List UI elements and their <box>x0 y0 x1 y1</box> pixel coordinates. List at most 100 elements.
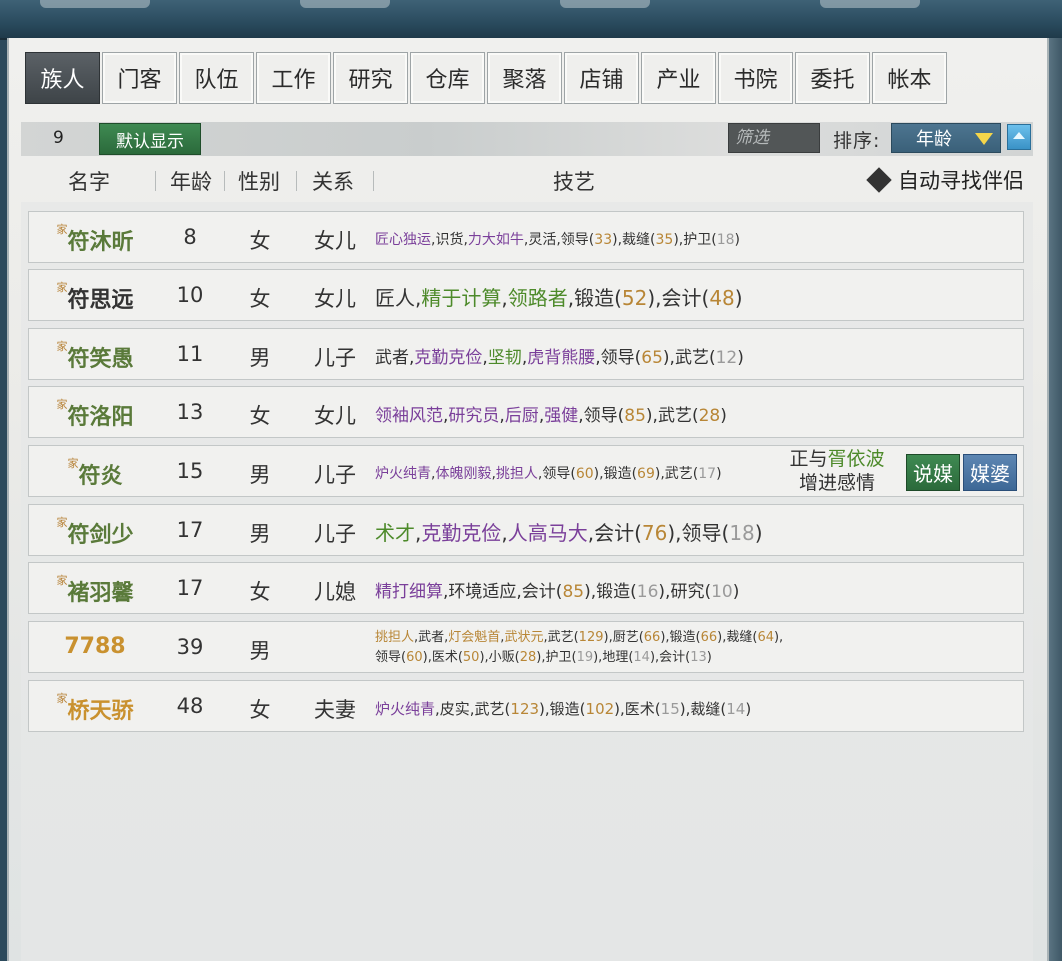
top-title-strip <box>0 0 1062 40</box>
chevron-down-icon <box>975 133 993 145</box>
member-skills: 炉火纯青,体魄刚毅,挑担人,领导(60),锻造(69),武艺(17) <box>375 466 722 482</box>
family-tag: 家 <box>56 574 68 587</box>
member-count: 9 <box>53 128 64 148</box>
table-header: 名字 年龄 性别 关系 技艺 自动寻找伴侣 <box>9 160 1049 200</box>
member-age: 39 <box>176 635 204 659</box>
member-relation: 儿子 <box>314 522 356 546</box>
member-sex: 女 <box>249 698 271 722</box>
filter-bar: 9 默认显示 排序: 年龄 <box>21 122 1033 156</box>
default-display-button[interactable]: 默认显示 <box>99 123 201 155</box>
sort-dropdown[interactable]: 年龄 <box>891 123 1001 153</box>
family-tag: 家 <box>56 692 68 705</box>
tab-clansmen[interactable]: 族人 <box>25 52 100 104</box>
member-skills: 匠心独运,识货,力大如牛,灵活,领导(33),裁缝(35),护卫(18) <box>375 232 740 248</box>
family-tag: 家 <box>56 516 68 529</box>
member-name: 7788 <box>64 634 126 659</box>
member-sex: 女 <box>249 580 271 604</box>
table-row[interactable]: 家褚羽馨 17 女 儿媳 精打细算,环境适应,会计(85),锻造(16),研究(… <box>28 562 1024 614</box>
sort-label: 排序: <box>833 130 881 152</box>
member-sex: 男 <box>249 346 271 370</box>
member-skills: 挑担人,武者,灯会魁首,武状元,武艺(129),厨艺(66),锻造(66),裁缝… <box>375 630 784 665</box>
sort-order-toggle[interactable] <box>1007 124 1031 150</box>
family-tag: 家 <box>56 398 68 411</box>
table-row[interactable]: 家符沐昕 8 女 女儿 匠心独运,识货,力大如牛,灵活,领导(33),裁缝(35… <box>28 211 1024 263</box>
table-row[interactable]: 家符剑少 17 男 儿子 术才,克勤克俭,人高马大,会计(76),领导(18) <box>28 504 1024 556</box>
matchmaker-button[interactable]: 媒婆 <box>963 454 1017 491</box>
tab-bar: 族人 门客 队伍 工作 研究 仓库 聚落 店铺 产业 书院 委托 帐本 <box>25 52 947 104</box>
header-sex: 性别 <box>238 170 280 194</box>
auto-find-partner-toggle[interactable]: 自动寻找伴侣 <box>866 165 1024 195</box>
tab-ledger[interactable]: 帐本 <box>872 52 947 104</box>
member-name: 家桥天骄 <box>56 692 134 724</box>
member-sex: 女 <box>249 404 271 428</box>
family-tag: 家 <box>56 340 68 353</box>
tab-industry[interactable]: 产业 <box>641 52 716 104</box>
member-age: 48 <box>176 694 204 718</box>
romance-partner: 胥依波 <box>827 448 885 470</box>
member-age: 8 <box>183 225 197 249</box>
tab-research[interactable]: 研究 <box>333 52 408 104</box>
member-name: 家符笑愚 <box>56 340 134 372</box>
tab-commission[interactable]: 委托 <box>795 52 870 104</box>
member-age: 17 <box>176 518 204 542</box>
auto-find-partner-label: 自动寻找伴侣 <box>898 169 1024 193</box>
tab-academy[interactable]: 书院 <box>718 52 793 104</box>
chevron-up-icon <box>1013 132 1025 139</box>
family-tag: 家 <box>67 457 79 470</box>
family-tag: 家 <box>56 281 68 294</box>
tab-settlement[interactable]: 聚落 <box>487 52 562 104</box>
header-age: 年龄 <box>170 170 212 194</box>
member-skills: 精打细算,环境适应,会计(85),锻造(16),研究(10) <box>375 582 740 602</box>
member-relation: 女儿 <box>314 229 356 253</box>
member-relation: 儿媳 <box>314 580 356 604</box>
tab-warehouse[interactable]: 仓库 <box>410 52 485 104</box>
romance-status: 正与胥依波 增进感情 <box>789 448 885 494</box>
member-name: 家符洛阳 <box>56 398 134 430</box>
table-row[interactable]: 家符思远 10 女 女儿 匠人,精于计算,领路者,锻造(52),会计(48) <box>28 269 1024 321</box>
member-relation: 女儿 <box>314 287 356 311</box>
member-skills: 术才,克勤克俭,人高马大,会计(76),领导(18) <box>375 521 763 545</box>
header-name: 名字 <box>68 170 110 194</box>
table-row[interactable]: 家符洛阳 13 女 女儿 领袖风范,研究员,后厨,强健,领导(85),武艺(28… <box>28 386 1024 438</box>
member-name: 家符剑少 <box>56 516 134 548</box>
sort-value: 年龄 <box>916 129 952 150</box>
member-skills: 武者,克勤克俭,坚韧,虎背熊腰,领导(65),武艺(12) <box>375 348 744 368</box>
member-relation: 儿子 <box>314 346 356 370</box>
family-tag: 家 <box>56 223 68 236</box>
member-relation: 夫妻 <box>314 698 356 722</box>
member-age: 15 <box>176 459 204 483</box>
member-skills: 炉火纯青,皮实,武艺(123),锻造(102),医术(15),裁缝(14) <box>375 700 752 718</box>
member-name: 家褚羽馨 <box>56 574 134 606</box>
tab-retainers[interactable]: 门客 <box>102 52 177 104</box>
tab-shops[interactable]: 店铺 <box>564 52 639 104</box>
header-relation: 关系 <box>312 170 354 194</box>
diamond-checkbox-icon <box>866 167 892 193</box>
right-frame <box>1049 38 1062 961</box>
table-row[interactable]: 家桥天骄 48 女 夫妻 炉火纯青,皮实,武艺(123),锻造(102),医术(… <box>28 680 1024 732</box>
tab-work[interactable]: 工作 <box>256 52 331 104</box>
member-relation: 女儿 <box>314 404 356 428</box>
member-name: 家符思远 <box>56 281 134 313</box>
member-skills: 匠人,精于计算,领路者,锻造(52),会计(48) <box>375 286 743 310</box>
member-relation: 儿子 <box>314 463 356 487</box>
member-age: 11 <box>176 342 204 366</box>
table-row[interactable]: 家符笑愚 11 男 儿子 武者,克勤克俭,坚韧,虎背熊腰,领导(65),武艺(1… <box>28 328 1024 380</box>
member-age: 17 <box>176 576 204 600</box>
member-age: 10 <box>176 283 204 307</box>
matchmake-button[interactable]: 说媒 <box>906 454 960 491</box>
filter-input[interactable] <box>728 123 820 153</box>
member-age: 13 <box>176 400 204 424</box>
member-skills: 领袖风范,研究员,后厨,强健,领导(85),武艺(28) <box>375 406 727 426</box>
table-row[interactable]: 家符炎 15 男 儿子 炉火纯青,体魄刚毅,挑担人,领导(60),锻造(69),… <box>28 445 1024 497</box>
clan-panel: 族人 门客 队伍 工作 研究 仓库 聚落 店铺 产业 书院 委托 帐本 9 默认… <box>7 38 1049 961</box>
header-skills: 技艺 <box>553 170 595 194</box>
member-sex: 男 <box>249 522 271 546</box>
member-sex: 女 <box>249 229 271 253</box>
member-sex: 女 <box>249 287 271 311</box>
member-name: 家符沐昕 <box>56 223 134 255</box>
table-row[interactable]: 7788 39 男 挑担人,武者,灯会魁首,武状元,武艺(129),厨艺(66)… <box>28 621 1024 673</box>
tab-team[interactable]: 队伍 <box>179 52 254 104</box>
member-name: 家符炎 <box>67 457 123 489</box>
member-sex: 男 <box>249 639 271 663</box>
member-sex: 男 <box>249 463 271 487</box>
